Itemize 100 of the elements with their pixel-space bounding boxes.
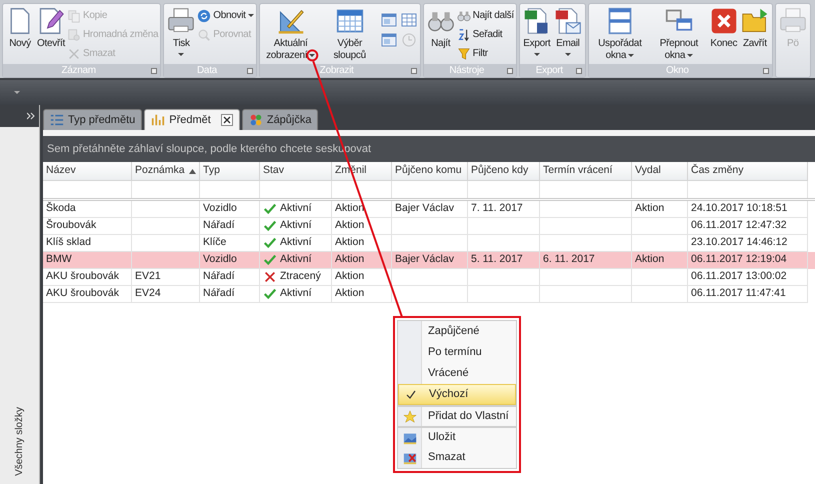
caret-icon [309,54,316,57]
ribbon-button[interactable]: Najít [426,7,456,50]
column-header[interactable]: Půjčeno kdy [468,162,540,181]
calendar-grid-icon [336,7,364,35]
expand-icon [410,68,417,74]
printer-icon [167,7,196,35]
ribbon-button[interactable]: Export [522,7,552,56]
expand-icon [576,68,582,74]
ribbon-button[interactable]: Email [552,7,583,56]
table-cell: Nářadí [200,286,260,303]
expand-sidebar-icon[interactable] [27,112,35,120]
caret-icon [687,54,694,57]
view-button[interactable] [400,11,418,29]
expand-icon [151,68,158,74]
people-icon [248,113,263,127]
menu-item[interactable]: Smazat [398,447,516,468]
printer-icon [778,7,807,35]
ribbon-button[interactable]: Zavřít [740,7,770,50]
ribbon-button[interactable]: Filtr [456,45,514,62]
table-cell: Aktion [332,286,392,303]
menu-item[interactable]: Uložit [398,426,516,447]
edit-document-icon [37,7,65,35]
ruler-pencil-icon [276,7,305,35]
menu-item[interactable]: Po termínu [398,342,516,363]
check-icon [263,202,277,216]
menu-item[interactable]: Přidat do Vlastní [398,405,516,426]
window-icon [606,7,634,35]
refresh-icon [197,8,212,22]
column-header[interactable]: Termín vrácení [540,162,632,181]
binoculars-icon [456,8,471,22]
check-icon [263,287,277,301]
column-header[interactable]: Vydal [632,162,688,181]
check-icon [263,219,277,233]
highlight-circle [306,49,318,62]
expand-icon [762,68,769,74]
column-header[interactable]: Typ [200,162,260,181]
sort-ascending-icon [189,168,196,174]
sort-icon [456,28,471,42]
filter-icon [456,46,471,60]
sidebar-label[interactable]: Všechny složky [12,407,27,476]
group-label: Export [534,64,564,77]
caret-icon [248,14,254,17]
close-icon [710,7,738,35]
folder-icon [740,7,769,35]
table-cell: EV24 [132,286,200,303]
caret-icon [178,53,184,56]
ribbon-button[interactable]: Výběr sloupců [320,7,379,62]
column-header[interactable]: Půjčeno komu [392,162,468,181]
table-cell [632,286,688,303]
menu-item[interactable]: Vrácené [398,363,516,384]
caret-icon [14,91,20,94]
table-cell: 06.11.2017 11:47:41 [688,286,808,303]
tab[interactable]: Typ předmětu [43,109,142,130]
dropdown-button[interactable] [13,88,21,96]
envelope-icon [554,7,582,35]
ribbon-button[interactable]: Uspořádat okna [590,7,649,62]
chart-icon [151,113,166,127]
ribbon-button[interactable]: Obnovit [197,7,254,24]
column-header[interactable]: Čas změny [688,162,808,181]
status-cell: Aktivní [260,286,332,303]
ribbon-button[interactable]: Přepnout okna [650,7,708,62]
menu-item[interactable]: Zapůjčené [398,321,516,342]
close-icon [67,46,81,60]
cross-icon [263,270,277,284]
ribbon-button[interactable]: Nový [5,7,35,50]
view-button[interactable] [380,31,398,49]
table-cell: AKU šroubovák [43,286,132,303]
column-header[interactable]: Název [43,162,132,181]
documents-icon [67,28,81,42]
caret-icon [628,54,634,57]
ribbon-button[interactable]: Otevřít [36,7,66,50]
tab[interactable]: Zápůjčka [242,109,318,130]
ribbon-button[interactable]: Tisk [166,7,196,56]
group-label: Okno [664,64,690,77]
check-icon [263,253,277,267]
expand-icon [506,68,513,74]
list-icon [50,113,64,127]
table-cell [468,286,540,303]
table-row[interactable]: BMW Vozidlo Aktivní Aktion Bajer Václav 5. 11. 2017 6. 11. 2017 Aktion 06.11.2017 12:19:04 [43,252,815,269]
column-header[interactable]: Stav [260,162,332,181]
check-icon [263,236,277,250]
close-icon[interactable] [220,114,233,126]
grid-icon [400,12,417,28]
expand-icon [246,68,253,74]
caret-icon [564,53,571,56]
group-label: Záznam [60,64,97,77]
menu-item[interactable]: Výchozí [398,384,516,405]
clock-icon [400,32,417,48]
copy-icon [67,8,81,22]
tab[interactable]: Předmět [144,109,240,130]
ribbon-button[interactable]: Konec [708,7,739,50]
ribbon-button[interactable]: Najít další [456,7,514,24]
layout-icon [380,12,397,28]
ribbon-button[interactable]: Seřadit [456,26,514,43]
checkmark-icon [406,390,416,400]
view-button[interactable] [380,11,398,29]
group-label: Nástroje [448,64,486,77]
group-label: Data [196,64,218,77]
star-icon [403,410,417,424]
column-header[interactable]: Poznámka [132,162,200,181]
